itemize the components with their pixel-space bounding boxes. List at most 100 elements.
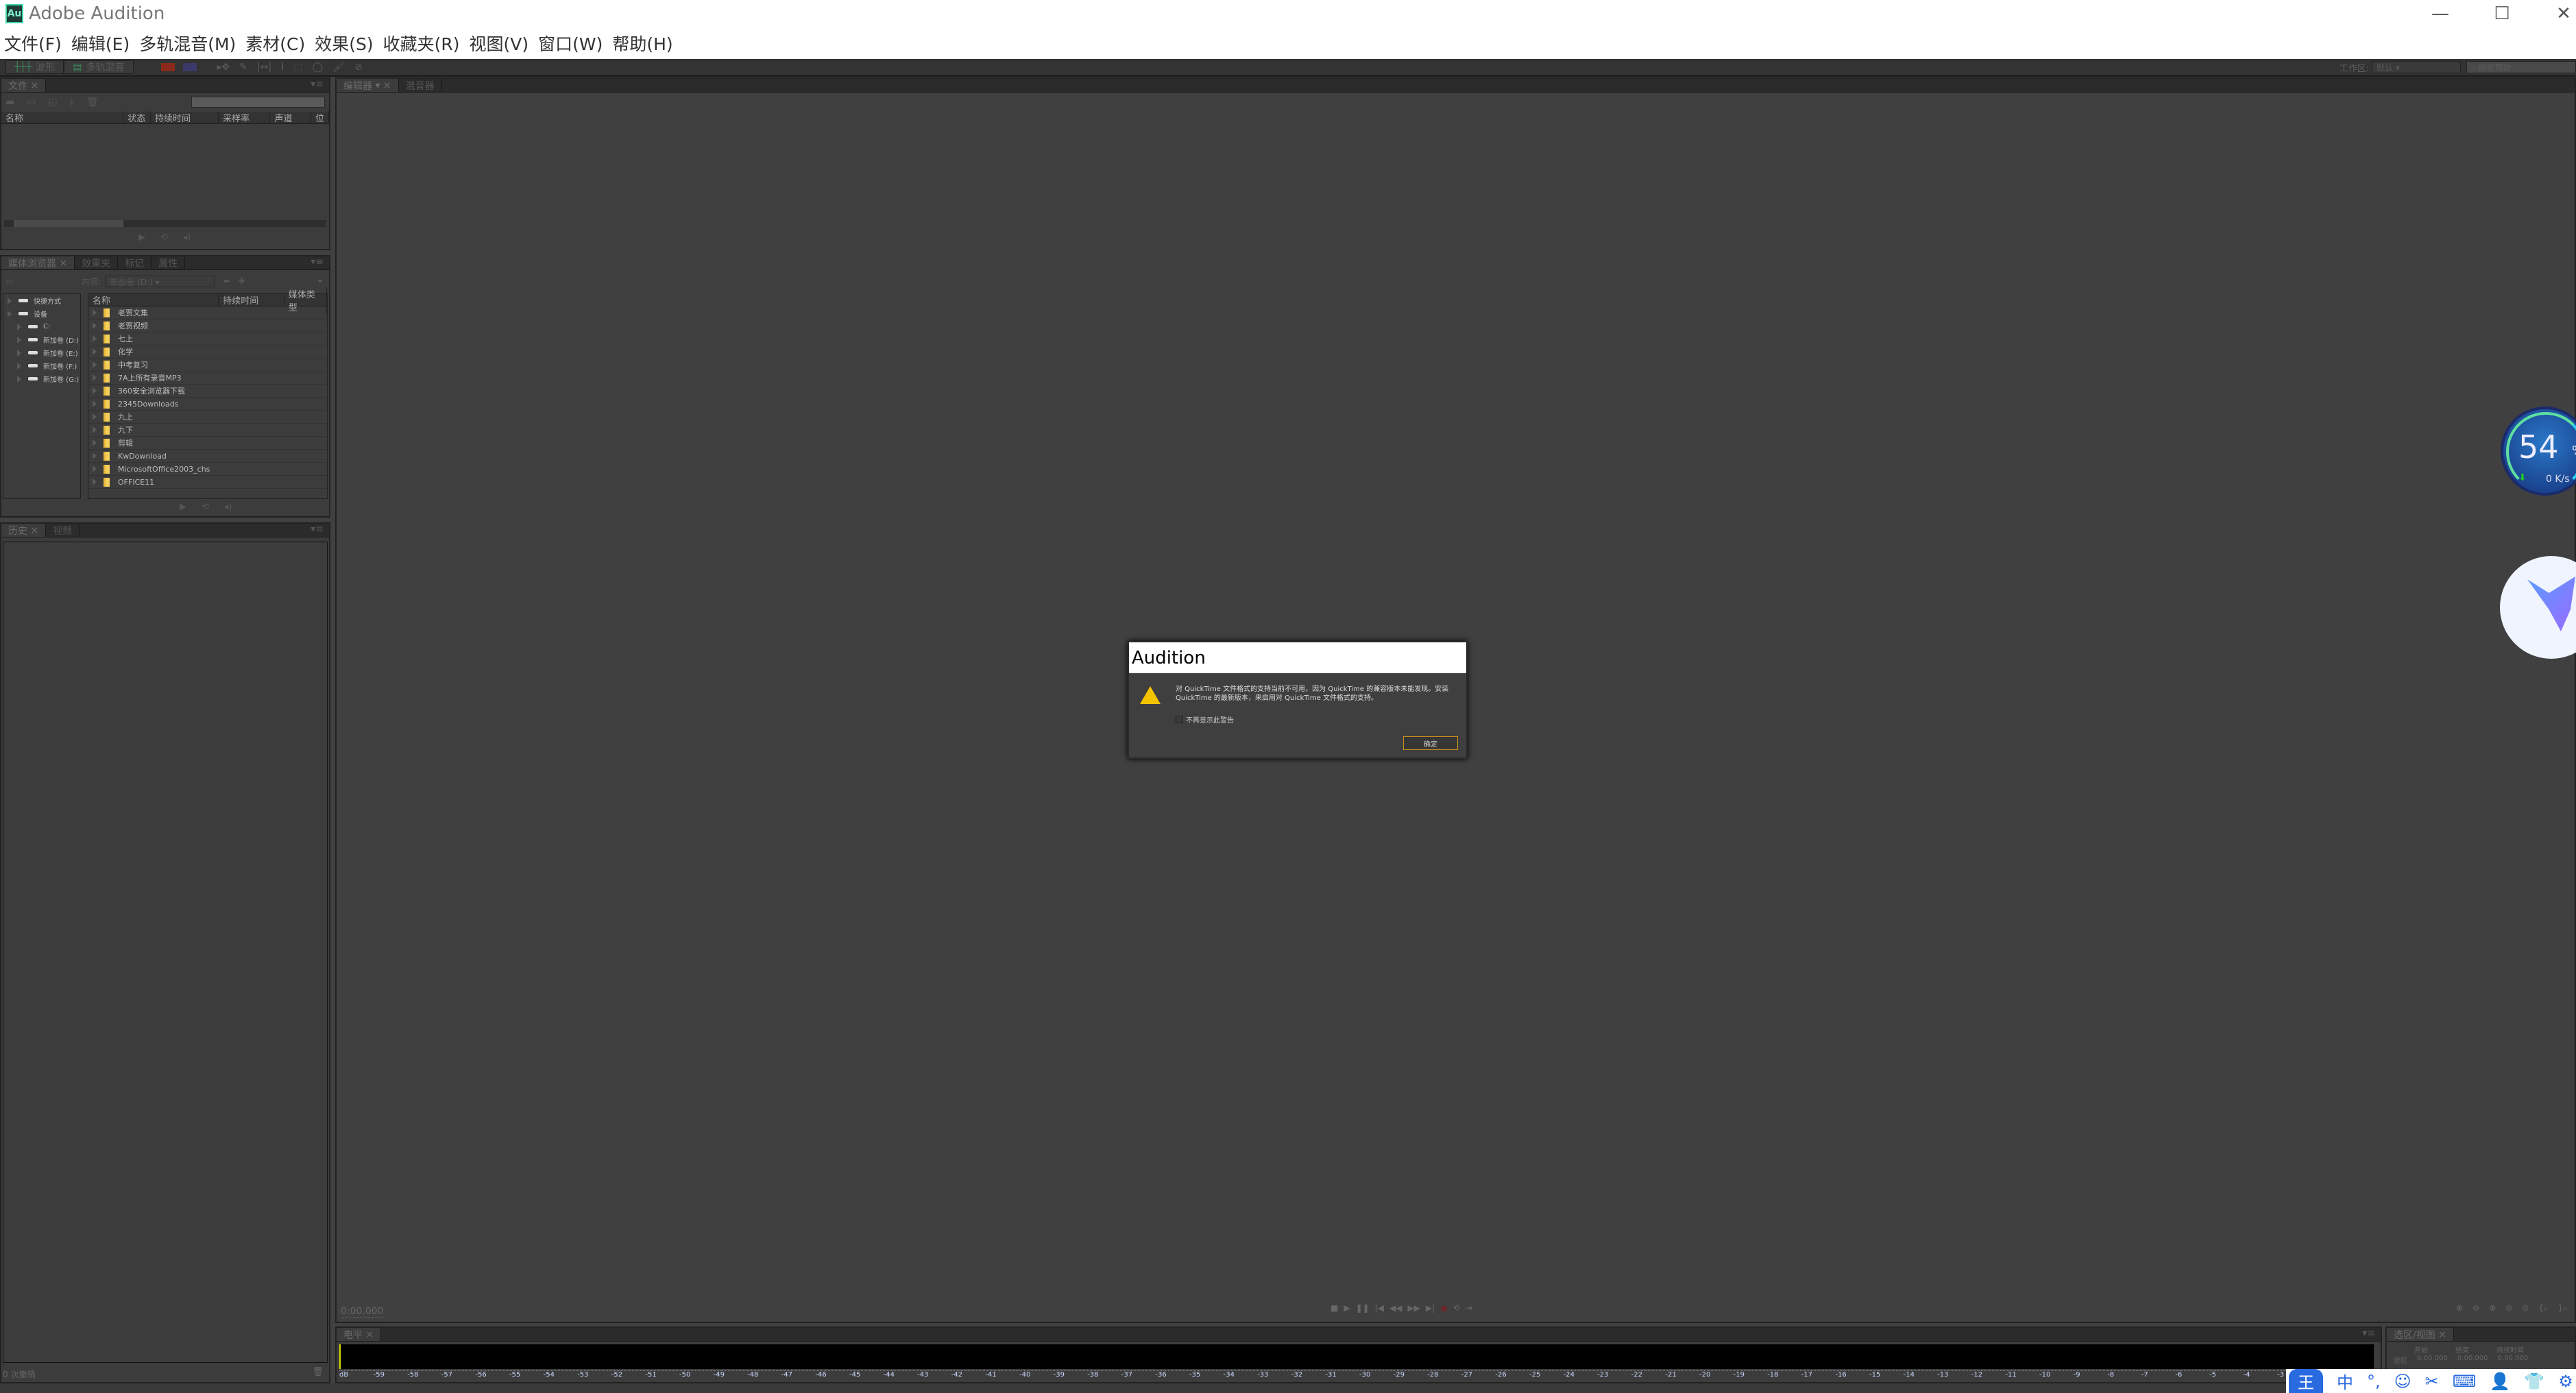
close-button[interactable]: ✕: [2536, 0, 2576, 27]
zoom-out-time-icon[interactable]: ⊖: [2505, 1303, 2512, 1313]
expand-arrow-icon[interactable]: [93, 309, 97, 316]
multitrack-view-button[interactable]: ▤ 多轨混音: [64, 60, 134, 74]
col-channels[interactable]: 声道: [270, 111, 311, 124]
tab-history[interactable]: 历史 ×: [1, 524, 47, 537]
tree-item[interactable]: 快捷方式: [3, 294, 80, 307]
col-duration[interactable]: 持续时间: [219, 293, 284, 306]
media-list-item[interactable]: 七上: [88, 332, 327, 346]
expand-arrow-icon[interactable]: [93, 413, 97, 420]
expand-arrow-icon[interactable]: [93, 479, 97, 485]
move-tool-icon[interactable]: ▸✥: [217, 62, 230, 73]
stop-icon[interactable]: ■: [1330, 1303, 1338, 1313]
expand-arrow-icon[interactable]: [93, 335, 97, 342]
expand-arrow-icon[interactable]: [8, 310, 12, 317]
rewind-icon[interactable]: ◀◀: [1389, 1303, 1402, 1313]
menu-edit[interactable]: 编辑(E): [71, 31, 130, 56]
media-list-item[interactable]: 中考复习: [88, 359, 327, 372]
menu-file[interactable]: 文件(F): [4, 31, 62, 56]
panel-menu-icon[interactable]: ▾≡: [311, 524, 329, 537]
zoom-full-icon[interactable]: ⊙: [2522, 1303, 2529, 1313]
tab-files[interactable]: 文件 ×: [1, 79, 47, 92]
insert-icon[interactable]: ⤓: [70, 97, 74, 108]
col-name[interactable]: 名称: [88, 293, 219, 306]
back-arrow-icon[interactable]: ⬅: [223, 276, 230, 286]
fast-forward-icon[interactable]: ▶▶: [1407, 1303, 1420, 1313]
slip-tool-icon[interactable]: |↔|: [257, 62, 271, 73]
expand-arrow-icon[interactable]: [93, 387, 97, 394]
zoom-in-amplitude-icon[interactable]: ⊕: [2456, 1303, 2463, 1313]
import-icon[interactable]: ▭: [27, 97, 36, 108]
loop-icon[interactable]: ⟲: [160, 232, 168, 243]
expand-arrow-icon[interactable]: [17, 336, 21, 343]
dont-show-checkbox[interactable]: [1176, 716, 1183, 723]
media-list-item[interactable]: OFFICE11: [88, 476, 327, 489]
col-name[interactable]: 名称: [1, 111, 124, 124]
brush-icon[interactable]: 🖌: [332, 62, 345, 73]
go-to-start-icon[interactable]: |◀: [1375, 1303, 1384, 1313]
panel-menu-icon[interactable]: ▾≡: [2362, 1328, 2381, 1341]
media-list-item[interactable]: 九下: [88, 424, 327, 437]
media-list-item[interactable]: MicrosoftOffice2003_chs: [88, 463, 327, 476]
settings-icon[interactable]: ⚙: [2558, 1372, 2573, 1391]
col-duration[interactable]: 持续时间: [151, 111, 219, 124]
tree-item[interactable]: 新加卷 (D:): [3, 333, 80, 346]
media-list-item[interactable]: 2345Downloads: [88, 398, 327, 411]
tab-effects-rack[interactable]: 效果夹: [75, 256, 119, 269]
autoplay-icon[interactable]: ◂): [183, 232, 191, 243]
menu-favorites[interactable]: 收藏夹(R): [383, 31, 460, 56]
menu-help[interactable]: 帮助(H): [612, 31, 672, 56]
tree-item[interactable]: C:: [3, 320, 80, 333]
tab-editor[interactable]: 编辑器 ▾ ×: [337, 79, 399, 92]
tab-markers[interactable]: 标记: [118, 256, 152, 269]
ime-mode-toggle[interactable]: 中: [2337, 1369, 2353, 1393]
col-status[interactable]: 状态: [123, 111, 151, 124]
marquee-icon[interactable]: ⬚: [293, 62, 302, 73]
col-media-type[interactable]: 媒体类型: [284, 287, 327, 313]
display-icon[interactable]: ▭: [5, 276, 13, 286]
col-bits[interactable]: 位: [311, 111, 329, 124]
media-list-item[interactable]: KwDownload: [88, 450, 327, 463]
spot-healing-icon[interactable]: ⊘: [354, 62, 363, 73]
tree-item[interactable]: 设备: [3, 307, 80, 320]
tools-icon[interactable]: ✂: [2425, 1372, 2439, 1391]
expand-arrow-icon[interactable]: [93, 439, 97, 446]
emoji-icon[interactable]: ☺: [2394, 1372, 2411, 1391]
media-list-item[interactable]: 剪辑: [88, 437, 327, 450]
skip-icon[interactable]: ⇥: [1466, 1303, 1472, 1313]
files-scrollbar[interactable]: [4, 220, 326, 227]
expand-arrow-icon[interactable]: [93, 400, 97, 407]
expand-arrow-icon[interactable]: [17, 349, 21, 356]
expand-arrow-icon[interactable]: [93, 374, 97, 381]
menu-view[interactable]: 视图(V): [470, 31, 529, 56]
spectral-frequency-icon[interactable]: [160, 63, 175, 71]
selection-end[interactable]: 0:00.000: [2457, 1355, 2488, 1365]
col-samplerate[interactable]: 采样率: [219, 111, 271, 124]
tab-video[interactable]: 视频: [46, 524, 80, 537]
selection-start[interactable]: 0:00.000: [2417, 1355, 2448, 1365]
media-list-item[interactable]: 老贾视频: [88, 319, 327, 332]
play-icon[interactable]: ▶: [1344, 1303, 1350, 1313]
tab-properties[interactable]: 属性: [151, 256, 186, 269]
tree-item[interactable]: 新加卷 (F:): [3, 359, 80, 372]
ime-logo[interactable]: 王: [2289, 1369, 2323, 1393]
media-list-item[interactable]: 化学: [88, 346, 327, 359]
media-list-item[interactable]: 九上: [88, 411, 327, 424]
zoom-in-time-icon[interactable]: ⊕: [2489, 1303, 2496, 1313]
tab-media-browser[interactable]: 媒体浏览器 ×: [1, 256, 75, 269]
expand-arrow-icon[interactable]: [93, 322, 97, 329]
keyboard-icon[interactable]: ⌨: [2453, 1372, 2477, 1391]
expand-arrow-icon[interactable]: [17, 323, 21, 330]
panel-menu-icon[interactable]: ▾≡: [311, 256, 329, 269]
punctuation-icon[interactable]: °,: [2367, 1372, 2381, 1391]
open-file-icon[interactable]: ▬: [5, 97, 14, 108]
spectral-pitch-icon[interactable]: [182, 63, 197, 71]
minimize-button[interactable]: —: [2413, 0, 2468, 27]
new-file-icon[interactable]: ◱: [48, 97, 57, 108]
ok-button[interactable]: 确定: [1403, 736, 1458, 750]
pause-icon[interactable]: ❚❚: [1356, 1303, 1370, 1313]
play-icon[interactable]: ▶: [138, 232, 145, 243]
trash-icon[interactable]: 🗑: [312, 1367, 324, 1377]
expand-arrow-icon[interactable]: [93, 348, 97, 355]
delete-icon[interactable]: 🗑: [86, 97, 99, 108]
play-icon[interactable]: ▶: [180, 502, 186, 512]
